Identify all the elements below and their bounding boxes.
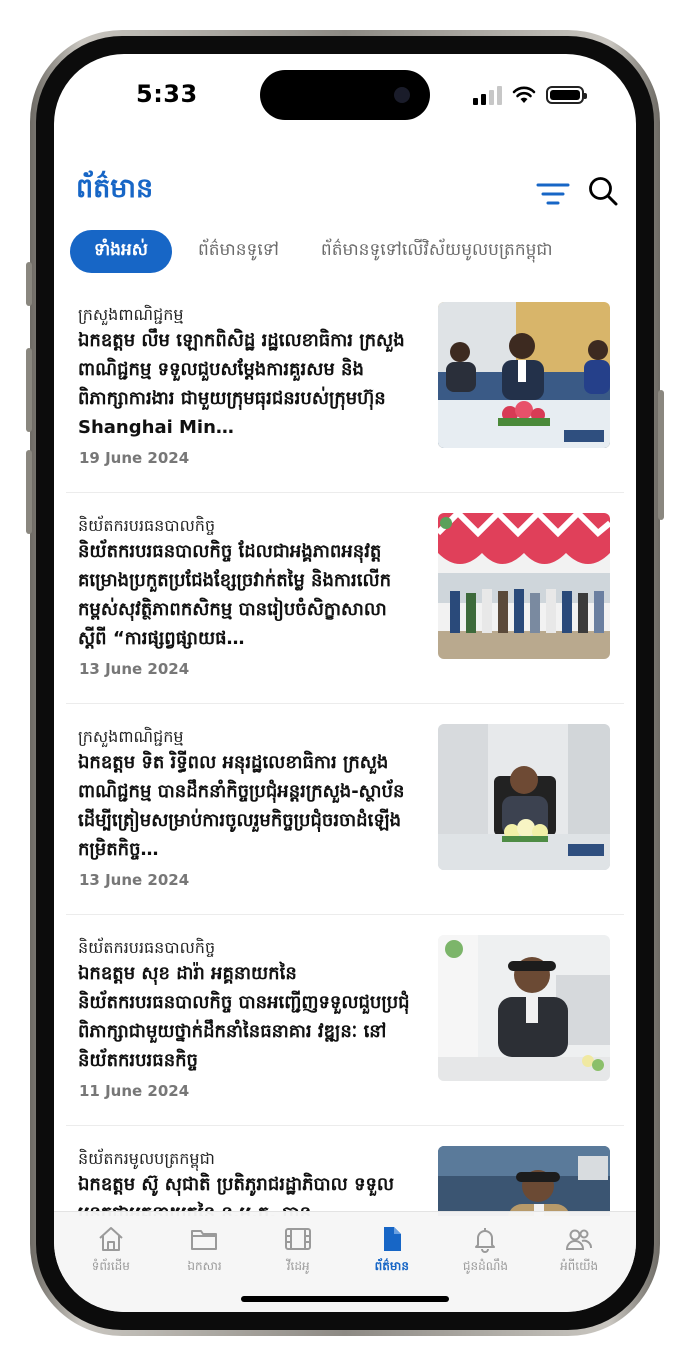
tabbar-documents[interactable]: ឯកសារ — [164, 1224, 244, 1276]
news-date: 13 June 2024 — [79, 660, 190, 678]
page-title: ព័ត៌មាន — [76, 173, 154, 204]
bottom-tab-bar: ទំព័រដើម ឯកសារ វីដេអូ ព័ត៌មាន ជូនដំណឹង អ… — [54, 1211, 636, 1312]
screen: 5:33 ព័ត៌មាន ទាំងអស់ ព័ត៌មានទូទៅ ព័ត៌មាន… — [54, 54, 636, 1312]
tab-all[interactable]: ទាំងអស់ — [70, 229, 172, 273]
news-thumbnail[interactable] — [438, 935, 610, 1081]
status-time: 5:33 — [136, 80, 198, 108]
tabbar-notifications[interactable]: ជូនដំណឹង — [445, 1224, 525, 1276]
wifi-icon — [512, 86, 536, 103]
tabbar-label: ព័ត៌មាន — [374, 1259, 409, 1273]
tabbar-label: វីដេអូ — [286, 1259, 310, 1273]
volume-down-button — [26, 450, 32, 534]
folder-icon — [191, 1230, 218, 1250]
signal-icon — [473, 85, 502, 105]
news-headline[interactable]: ឯកឧត្តម សុខ ដារ៉ា អគ្គនាយកនៃនិយ័តករបរធនប… — [78, 959, 410, 1075]
news-item[interactable]: ក្រសួងពាណិជ្ជកម្ម ឯកឧត្តម លឹម ឡោកពិសិដ្ឋ… — [66, 282, 624, 493]
filter-icon[interactable] — [536, 182, 570, 206]
status-icons — [473, 84, 587, 106]
volume-up-button — [26, 348, 32, 432]
news-category: ក្រសួងពាណិជ្ជកម្ម — [78, 727, 184, 746]
power-button — [658, 390, 664, 520]
tabbar-label: ឯកសារ — [187, 1259, 222, 1273]
news-headline[interactable]: ឯកឧត្តម ទិត រិទ្ធីពល អនុរដ្ឋលេខាធិការ ក្… — [78, 748, 410, 864]
action-button — [26, 262, 32, 306]
home-indicator[interactable] — [241, 1296, 449, 1302]
news-date: 13 June 2024 — [79, 871, 190, 889]
tabbar-news[interactable]: ព័ត៌មាន — [352, 1224, 432, 1276]
tabbar-video[interactable]: វីដេអូ — [258, 1224, 338, 1276]
users-icon — [566, 1229, 593, 1250]
tabbar-label: ជូនដំណឹង — [462, 1259, 509, 1273]
film-icon — [285, 1228, 312, 1250]
camera-icon — [394, 87, 410, 103]
news-thumbnail[interactable] — [438, 1146, 610, 1216]
bell-icon — [475, 1228, 496, 1253]
news-category: ក្រសួងពាណិជ្ជកម្ម — [78, 305, 184, 324]
news-thumbnail[interactable] — [438, 513, 610, 659]
news-thumbnail[interactable] — [438, 302, 610, 448]
tabbar-about[interactable]: អំពីយើង — [539, 1224, 619, 1276]
news-headline[interactable]: ឯកឧត្តម ស៊ូ សុជាតិ ប្រតិភូរាជរដ្ឋាភិបាល … — [78, 1170, 410, 1216]
news-category: និយ័តករមូលបត្រកម្ពុជា — [78, 1149, 215, 1168]
search-icon[interactable] — [588, 176, 618, 206]
news-date: 11 June 2024 — [79, 1082, 190, 1100]
news-thumbnail[interactable] — [438, 724, 610, 870]
phone-frame: 5:33 ព័ត៌មាន ទាំងអស់ ព័ត៌មានទូទៅ ព័ត៌មាន… — [26, 30, 664, 1336]
news-category: និយ័តករបរធនបាលកិច្ច — [78, 938, 216, 957]
category-tabs: ទាំងអស់ ព័ត៌មានទូទៅ ព័ត៌មានទូទៅលើវិស័យមូ… — [70, 229, 636, 273]
news-date: 19 June 2024 — [79, 449, 190, 467]
news-feed[interactable]: ក្រសួងពាណិជ្ជកម្ម ឯកឧត្តម លឹម ឡោកពិសិដ្ឋ… — [66, 282, 624, 1216]
news-item[interactable]: ក្រសួងពាណិជ្ជកម្ម ឯកឧត្តម ទិត រិទ្ធីពល អ… — [66, 704, 624, 915]
tabbar-home[interactable]: ទំព័រដើម — [71, 1224, 151, 1276]
home-icon — [99, 1227, 123, 1251]
news-category: និយ័តករបរធនបាលកិច្ច — [78, 516, 216, 535]
header: ព័ត៌មាន — [76, 172, 618, 212]
news-headline[interactable]: និយ័តករបរធនបាលកិច្ច ដែលជាអង្គភាពអនុវត្តគ… — [78, 537, 410, 653]
news-item[interactable]: និយ័តករបរធនបាលកិច្ច ឯកឧត្តម សុខ ដារ៉ា អគ… — [66, 915, 624, 1126]
dynamic-island — [260, 70, 430, 120]
tabbar-label: អំពីយើង — [560, 1259, 599, 1273]
tabbar-label: ទំព័រដើម — [91, 1259, 130, 1273]
tab-securities-news[interactable]: ព័ត៌មានទូទៅលើវិស័យមូលបត្រកម្ពុជា — [321, 239, 553, 264]
document-icon — [383, 1227, 401, 1251]
news-item[interactable]: និយ័តករមូលបត្រកម្ពុជា ឯកឧត្តម ស៊ូ សុជាតិ… — [66, 1126, 624, 1216]
tab-general-news[interactable]: ព័ត៌មានទូទៅ — [198, 239, 279, 264]
news-item[interactable]: និយ័តករបរធនបាលកិច្ច និយ័តករបរធនបាលកិច្ច … — [66, 493, 624, 704]
news-headline[interactable]: ឯកឧត្តម លឹម ឡោកពិសិដ្ឋ រដ្ឋលេខាធិការ ក្រ… — [78, 326, 410, 442]
battery-icon — [546, 86, 587, 104]
